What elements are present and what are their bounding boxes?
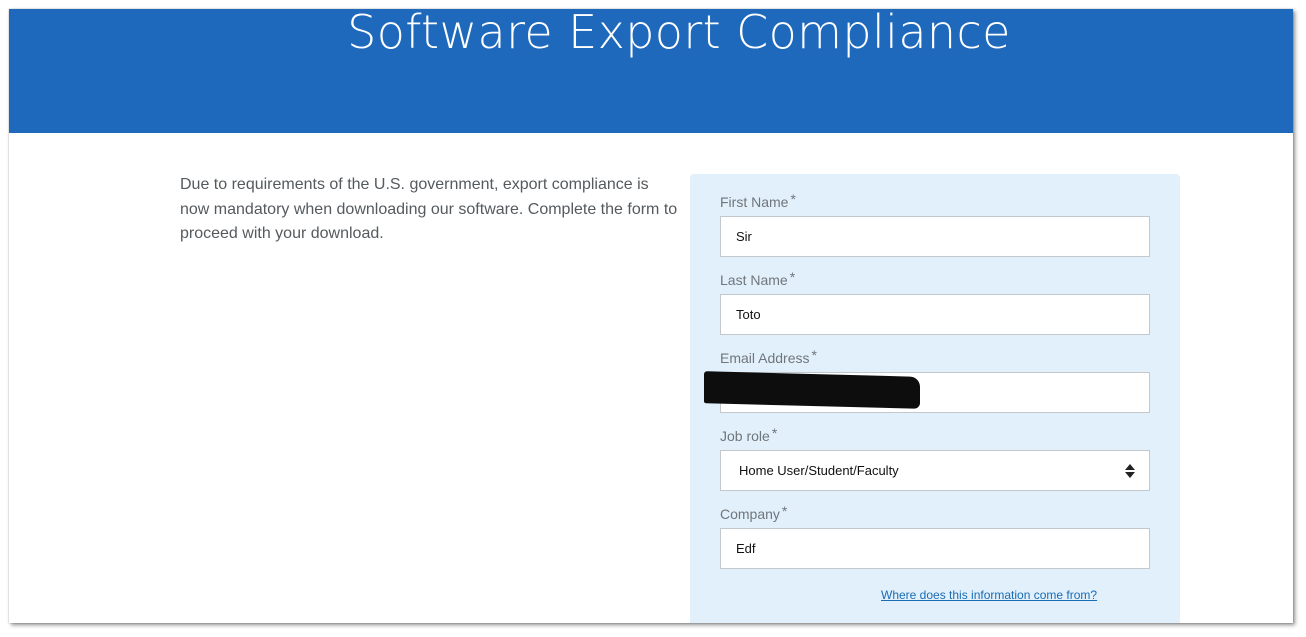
first-name-label: First Name * [720, 191, 796, 210]
last-name-label-text: Last Name [720, 272, 788, 288]
email-label: Email Address * [720, 347, 817, 366]
last-name-field[interactable] [720, 294, 1150, 335]
company-label: Company * [720, 503, 788, 522]
export-compliance-form: First Name* Last Name* Email Address* Jo… [690, 174, 1180, 623]
first-name-field[interactable] [720, 216, 1150, 257]
job-role-selected-value: Home User/Student/Faculty [739, 463, 899, 478]
company-field[interactable] [720, 528, 1150, 569]
required-asterisk: * [789, 269, 796, 285]
company-label-text: Company [720, 506, 780, 522]
email-label-text: Email Address [720, 350, 810, 366]
job-role-label-text: Job role [720, 428, 770, 444]
last-name-label: Last Name * [720, 269, 796, 288]
page-header-banner: Software Export Compliance [9, 9, 1293, 133]
required-asterisk: * [790, 191, 796, 207]
required-asterisk: * [771, 425, 778, 441]
first-name-label-text: First Name [720, 194, 789, 210]
required-asterisk: * [811, 347, 817, 363]
required-asterisk: * [781, 503, 788, 519]
job-role-select[interactable]: Home User/Student/Faculty [720, 450, 1150, 491]
intro-paragraph: Due to requirements of the U.S. governme… [180, 176, 678, 242]
email-redaction-mark [704, 371, 920, 409]
page-title: Software Export Compliance [347, 9, 1011, 59]
select-arrows-icon [1125, 464, 1135, 478]
browser-viewport: Software Export Compliance Due to requir… [9, 9, 1293, 623]
job-role-label: Job role * [720, 425, 778, 444]
info-source-link[interactable]: Where does this information come from? [881, 588, 1097, 602]
